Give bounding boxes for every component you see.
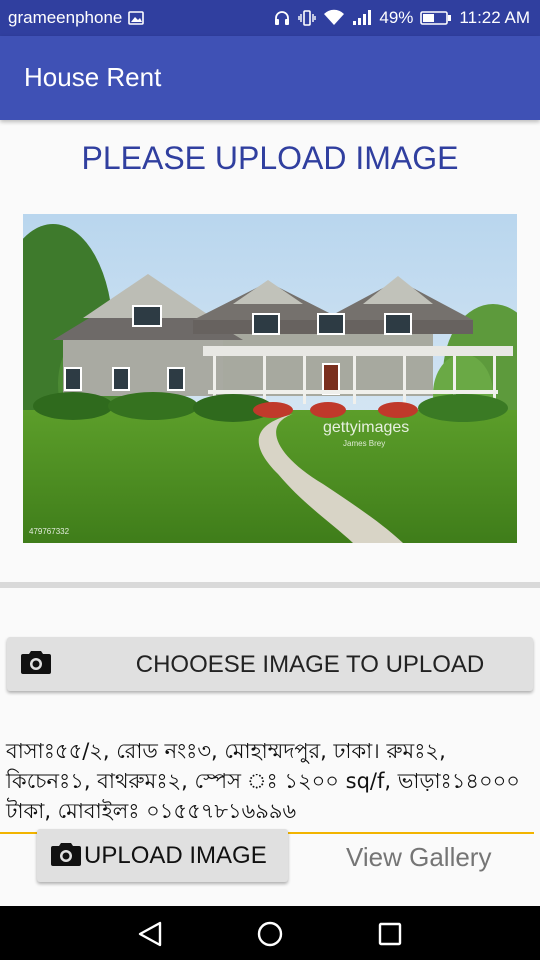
image-id: 479767332 (29, 527, 70, 536)
house-image[interactable]: gettyimages James Brey 479767332 (23, 214, 517, 543)
upload-image-label: UPLOAD IMAGE (84, 842, 267, 869)
status-right: 49% 11:22 AM (273, 8, 530, 28)
recents-icon[interactable] (377, 921, 403, 951)
status-left: grameenphone (8, 8, 145, 28)
headphones-icon (273, 9, 291, 27)
signal-icon (352, 9, 372, 27)
battery-percent: 49% (379, 8, 414, 27)
back-icon[interactable] (136, 920, 164, 952)
image-credit: James Brey (343, 439, 385, 448)
app-bar: House Rent (0, 36, 540, 120)
home-icon[interactable] (256, 920, 284, 952)
app-title: House Rent (24, 62, 162, 92)
view-gallery-link[interactable]: View Gallery (346, 842, 491, 873)
section-divider (0, 582, 540, 588)
upload-image-button[interactable]: UPLOAD IMAGE (37, 829, 288, 882)
description-field[interactable]: বাসাঃ৫৫/২, রোড নংঃ৩, মোহাম্মদপুর, ঢাকা। … (6, 736, 534, 826)
page-heading: PLEASE UPLOAD IMAGE (81, 140, 459, 176)
battery-icon (420, 10, 452, 26)
status-bar: grameenphone 49% 11:22 AM (0, 0, 540, 36)
navigation-bar (0, 906, 540, 960)
wifi-icon (323, 9, 345, 27)
image-notification-icon (128, 10, 145, 26)
carrier-name: grameenphone (8, 8, 123, 27)
camera-icon (51, 841, 81, 871)
choose-image-button[interactable]: CHOOESE IMAGE TO UPLOAD (7, 637, 533, 691)
camera-icon (21, 649, 51, 679)
image-watermark: gettyimages (323, 419, 409, 436)
choose-image-label: CHOOESE IMAGE TO UPLOAD (135, 651, 485, 678)
vibrate-icon (298, 9, 317, 27)
status-time: 11:22 AM (459, 8, 530, 27)
